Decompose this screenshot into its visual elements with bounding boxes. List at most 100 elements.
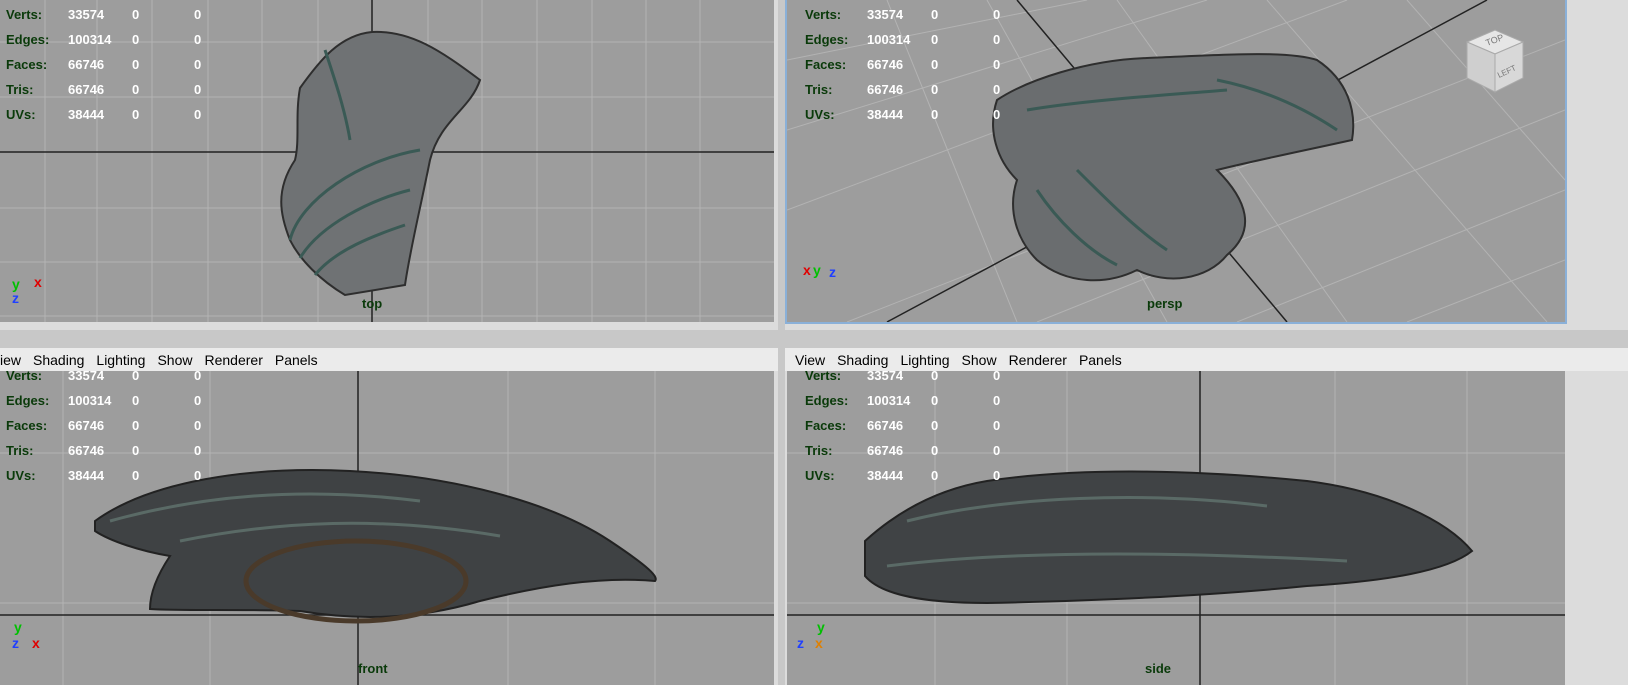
uvs-label: UVs: [805, 107, 835, 122]
tris-selected: 0 [132, 443, 140, 458]
verts-value: 33574 [867, 371, 904, 383]
axis-gizmo-persp: x y z [803, 262, 843, 302]
side-viewport[interactable]: Verts: 33574 0 0 Edges: 100314 0 0 Faces: 66746… [787, 371, 1565, 685]
persp-viewport[interactable]: Verts: 33574 0 0 Edges: 100314 0 0 Faces: 66746… [785, 0, 1567, 324]
axis-z-label: z [797, 635, 804, 651]
uvs-label: UVs: [6, 468, 36, 483]
edges-label: Edges: [805, 393, 849, 408]
faces-selected: 0 [931, 418, 939, 433]
tris-value: 66746 [68, 82, 105, 97]
axis-x-label: x [34, 274, 42, 290]
verts-selected: 0 [931, 371, 939, 383]
verts-label: Verts: [6, 7, 43, 22]
verts-other: 0 [993, 371, 1001, 383]
faces-selected: 0 [132, 418, 140, 433]
front-viewport[interactable]: Verts: 33574 0 0 Edges: 100314 0 0 Faces: 66746… [0, 371, 774, 685]
axis-y-label: y [813, 262, 821, 278]
menu-shading[interactable]: Shading [837, 352, 888, 368]
top-view-panel: Verts: 33574 0 0 Edges: 100314 0 0 Faces: 66746… [0, 0, 778, 330]
axis-gizmo-side: y z x [797, 619, 837, 659]
tris-label: Tris: [6, 82, 34, 97]
axis-z-label: z [829, 264, 836, 280]
uvs-value: 38444 [867, 468, 904, 483]
tris-label: Tris: [6, 443, 34, 458]
faces-label: Faces: [805, 57, 847, 72]
faces-selected: 0 [132, 57, 140, 72]
menu-show[interactable]: Show [962, 352, 997, 368]
camera-label-persp: persp [1147, 296, 1183, 311]
faces-selected: 0 [931, 57, 939, 72]
menu-show[interactable]: Show [157, 352, 192, 368]
menu-view[interactable]: iew [0, 352, 21, 368]
tris-other: 0 [993, 443, 1001, 458]
uvs-label: UVs: [805, 468, 835, 483]
axis-x-label: x [803, 262, 811, 278]
uvs-value: 38444 [68, 107, 105, 122]
edges-selected: 0 [132, 393, 140, 408]
uvs-selected: 0 [931, 468, 939, 483]
axis-z-label: z [12, 290, 19, 306]
camera-label-side: side [1145, 661, 1172, 676]
tris-value: 66746 [68, 443, 105, 458]
verts-label: Verts: [6, 371, 43, 383]
menu-panels[interactable]: Panels [1079, 352, 1122, 368]
menu-lighting[interactable]: Lighting [96, 352, 145, 368]
faces-label: Faces: [6, 57, 48, 72]
tris-label: Tris: [805, 443, 833, 458]
poly-count-hud-persp: Verts: 33574 0 0 Edges: 100314 0 0 Faces: 66746… [805, 2, 1000, 127]
side-panel-menubar: View Shading Lighting Show Renderer Pane… [785, 348, 1628, 371]
uvs-other: 0 [993, 468, 1001, 483]
faces-value: 66746 [867, 418, 904, 433]
front-panel-menubar: iew Shading Lighting Show Renderer Panel… [0, 348, 778, 371]
axis-gizmo-top: y x z [12, 274, 52, 316]
menu-view[interactable]: View [795, 352, 825, 368]
verts-value: 33574 [867, 7, 904, 22]
verts-selected: 0 [132, 7, 140, 22]
uvs-other: 0 [194, 468, 202, 483]
menu-renderer[interactable]: Renderer [1009, 352, 1067, 368]
verts-label: Verts: [805, 7, 842, 22]
uvs-value: 38444 [867, 107, 904, 122]
view-cube-icon[interactable]: TOP LEFT [1457, 20, 1537, 100]
verts-label: Verts: [805, 371, 842, 383]
edges-other: 0 [993, 32, 1001, 47]
edges-selected: 0 [132, 32, 140, 47]
poly-count-hud-front: Verts: 33574 0 0 Edges: 100314 0 0 Faces: 66746… [6, 371, 201, 488]
edges-selected: 0 [931, 32, 939, 47]
top-viewport[interactable]: Verts: 33574 0 0 Edges: 100314 0 0 Faces: 66746… [0, 0, 774, 322]
poly-count-hud-top: Verts: 33574 0 0 Edges: 100314 0 0 Faces: 66746… [6, 2, 201, 127]
menu-shading[interactable]: Shading [33, 352, 84, 368]
faces-other: 0 [194, 418, 202, 433]
uvs-value: 38444 [68, 468, 105, 483]
edges-label: Edges: [6, 32, 50, 47]
axis-x-label: x [815, 635, 823, 651]
tris-selected: 0 [132, 82, 140, 97]
menu-renderer[interactable]: Renderer [204, 352, 262, 368]
camera-label-front: front [358, 661, 388, 676]
edges-selected: 0 [931, 393, 939, 408]
menu-lighting[interactable]: Lighting [900, 352, 949, 368]
tris-selected: 0 [931, 82, 939, 97]
tris-other: 0 [993, 82, 1001, 97]
edges-other: 0 [194, 393, 202, 408]
uvs-other: 0 [194, 107, 202, 122]
faces-other: 0 [993, 57, 1001, 72]
menu-panels[interactable]: Panels [275, 352, 318, 368]
tris-other: 0 [194, 443, 202, 458]
axis-z-label: z [12, 635, 19, 651]
poly-count-hud-side: Verts: 33574 0 0 Edges: 100314 0 0 Faces: 66746… [805, 371, 1000, 488]
tris-other: 0 [194, 82, 202, 97]
axis-gizmo-front: y z x [12, 619, 52, 659]
axis-x-label: x [32, 635, 40, 651]
edges-value: 100314 [867, 393, 911, 408]
faces-other: 0 [194, 57, 202, 72]
verts-selected: 0 [132, 371, 140, 383]
verts-other: 0 [194, 7, 202, 22]
verts-other: 0 [194, 371, 202, 383]
faces-value: 66746 [68, 418, 105, 433]
axis-y-label: y [817, 619, 825, 635]
tris-selected: 0 [931, 443, 939, 458]
axis-y-label: y [14, 619, 22, 635]
faces-label: Faces: [805, 418, 847, 433]
edges-value: 100314 [867, 32, 911, 47]
